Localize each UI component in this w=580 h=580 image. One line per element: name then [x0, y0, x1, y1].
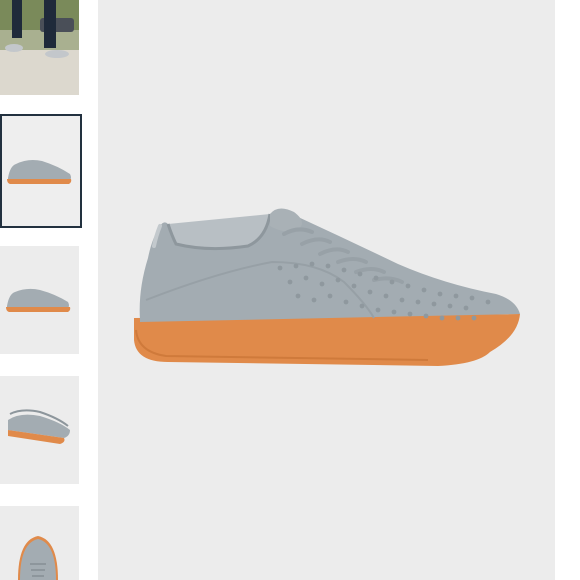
thumbnail-side-view[interactable]	[0, 246, 79, 354]
shoe-side-view-icon	[134, 208, 520, 366]
shoe-top-view-icon	[18, 536, 58, 580]
thumbnail-strip	[0, 0, 84, 580]
thumbnail-top-angle[interactable]	[0, 376, 79, 484]
thumbnail-side-view-selected[interactable]	[0, 114, 82, 228]
thumbnail-top-view[interactable]	[0, 506, 79, 580]
shoe-top-angle-icon	[8, 409, 70, 444]
shoe-side-view-icon	[6, 288, 71, 312]
shoe-side-view-icon	[7, 160, 72, 184]
main-product-image	[98, 0, 555, 580]
lifestyle-photo-icon	[0, 0, 79, 95]
thumbnail-lifestyle[interactable]	[0, 0, 79, 95]
